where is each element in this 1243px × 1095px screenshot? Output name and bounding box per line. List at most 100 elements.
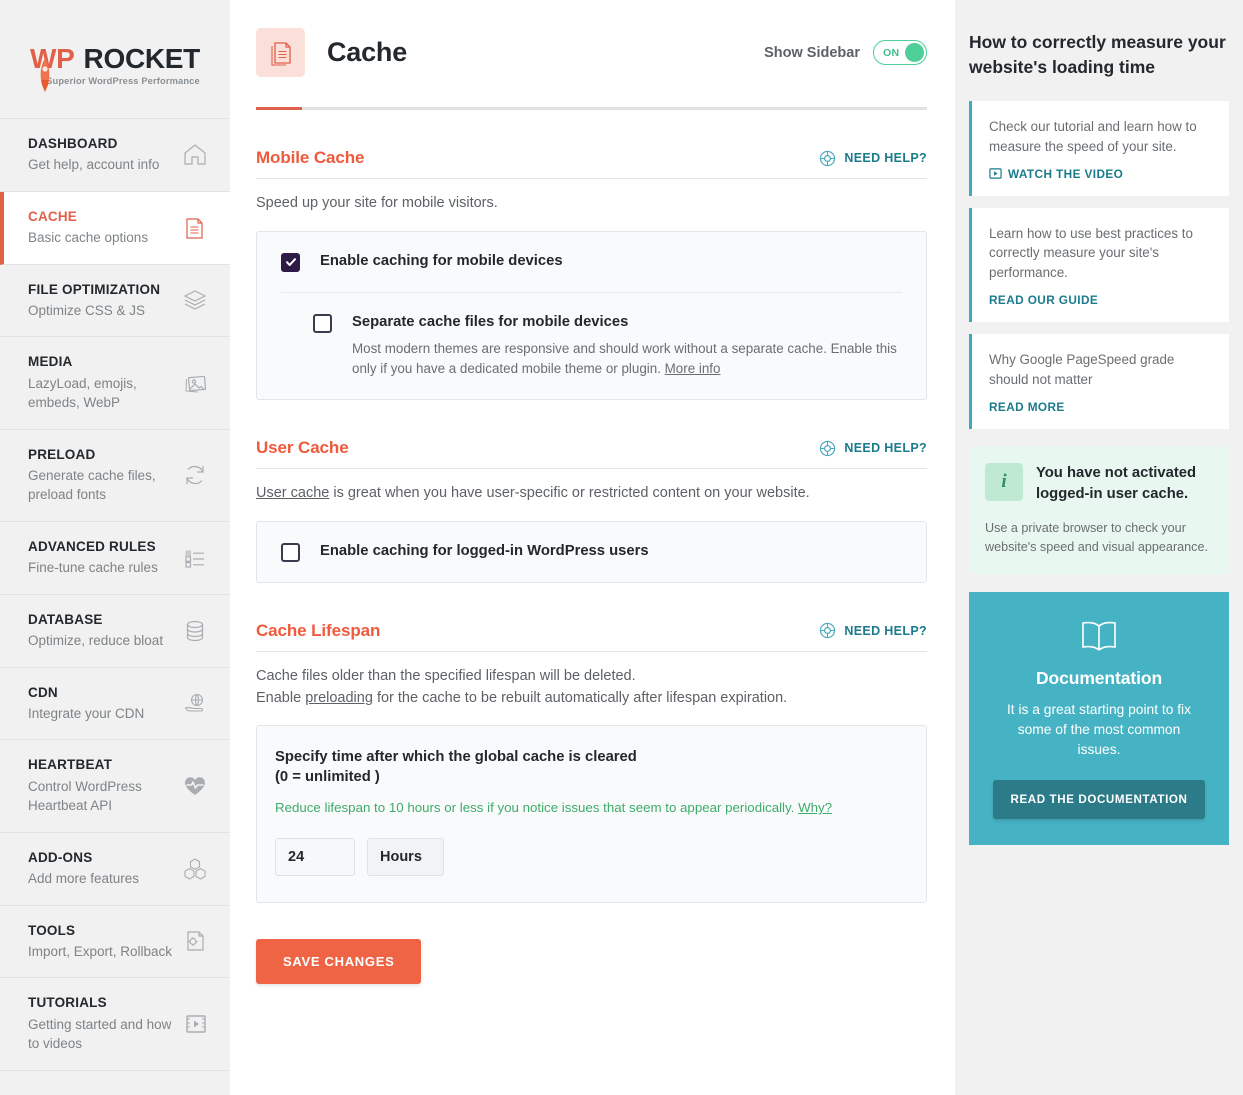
sidebar-item-tutorials[interactable]: TUTORIALS Getting started and how to vid… [0,978,230,1071]
sidebar-item-heartbeat[interactable]: HEARTBEAT Control WordPress Heartbeat AP… [0,740,230,833]
sidebar-item-title: ADVANCED RULES [28,539,156,555]
sidebar-item-title: FILE OPTIMIZATION [28,281,161,297]
brand-rocket-text: ROCKET [83,42,201,74]
cache-lifespan-label-line1: Specify time after which the global cach… [275,749,637,766]
sidebar-item-sub: Getting started and how to videos [28,1016,172,1052]
documentation-card: Documentation It is a great starting poi… [969,592,1229,846]
sidebar-item-title: MEDIA [28,354,73,370]
section-title: Mobile Cache [256,148,365,167]
cache-lifespan-desc-line2-pre: Enable [256,689,306,706]
lifebuoy-icon [820,150,836,166]
sidebar-item-add-ons[interactable]: ADD-ONS Add more features [0,833,230,906]
app-root: WP ROCKET Superior WordPress Performance… [0,0,1243,1095]
sidebar-item-sub: Control WordPress Heartbeat API [28,778,142,814]
sidebar-item-title: HEARTBEAT [28,757,113,773]
cache-lifespan-desc-line2-post: for the cache to be rebuilt automaticall… [372,689,788,706]
documentation-text: It is a great starting point to fix some… [1006,702,1192,758]
info-card-title: You have not activated logged-in user ca… [1036,464,1197,503]
preloading-link[interactable]: preloading [305,690,373,706]
mobile-cache-fieldbox: Enable caching for mobile devices Separa… [256,230,927,401]
cdn-globe-icon [184,694,204,713]
sidebar-item-title: TUTORIALS [28,995,107,1011]
page-title-underline [256,107,927,110]
sidebar-item-title: PRELOAD [28,446,96,462]
brand-logo: WP ROCKET Superior WordPress Performance [0,0,230,118]
why-link[interactable]: Why? [798,800,832,815]
user-cache-fieldbox: Enable caching for logged-in WordPress u… [256,520,927,583]
section-cache-lifespan: Cache Lifespan NEED HELP? Cache files ol… [256,583,927,984]
lifebuoy-icon [820,623,836,639]
sidebar-item-file-optimization[interactable]: FILE OPTIMIZATION Optimize CSS & JS [0,265,230,338]
lifebuoy-icon [820,440,836,456]
sidebar-item-sub: Optimize CSS & JS [28,302,146,318]
enable-mobile-cache-label: Enable caching for mobile devices [320,252,563,269]
separate-mobile-cache-note: Most modern themes are responsive and sh… [352,339,902,379]
left-sidebar: WP ROCKET Superior WordPress Performance… [0,0,230,1095]
section-title: User Cache [256,438,349,458]
brand-tagline: Superior WordPress Performance [46,75,200,86]
heartbeat-icon [185,777,205,796]
cache-lifespan-unit-select[interactable]: Hours [367,838,444,876]
save-changes-button[interactable]: SAVE CHANGES [256,939,422,984]
show-sidebar-toggle[interactable]: ON [873,40,927,65]
read-more-link[interactable]: READ MORE [989,400,1212,414]
main-content: Cache Show Sidebar ON Mobile Cache NEED … [230,0,955,1095]
read-our-guide-link[interactable]: READ OUR GUIDE [989,293,1212,307]
sidebar-item-database[interactable]: DATABASE Optimize, reduce bloat [0,595,230,668]
sidebar-item-sub: Get help, account info [28,157,160,173]
sidebar-item-title: CDN [28,684,58,700]
note-text: Most modern themes are responsive and sh… [352,340,897,377]
user-cache-info-card: i You have not activated logged-in user … [969,446,1229,575]
field-separate-mobile-cache: Separate cache files for mobile devices … [281,291,902,399]
field-enable-mobile-cache: Enable caching for mobile devices [257,232,926,292]
watch-the-video-link[interactable]: WATCH THE VIDEO [989,167,1212,181]
user-cache-description: User cache is great when you have user-s… [256,469,927,521]
need-help-mobile-cache[interactable]: NEED HELP? [819,150,927,167]
user-cache-link[interactable]: User cache [256,485,329,501]
enable-user-cache-label: Enable caching for logged-in WordPress u… [320,542,649,559]
sidebar-item-cdn[interactable]: CDN Integrate your CDN [0,668,230,741]
mobile-cache-description: Speed up your site for mobile visitors. [256,195,498,211]
cache-lifespan-description: Cache files older than the specified lif… [256,652,927,726]
sidebar-item-sub: Fine-tune cache rules [28,560,158,576]
sidebar-item-preload[interactable]: PRELOAD Generate cache files, preload fo… [0,430,230,523]
right-sidebar-title: How to correctly measure your website's … [969,32,1226,77]
separate-mobile-cache-checkbox[interactable] [313,313,332,333]
sidebar-item-title: DATABASE [28,611,103,627]
sidebar-item-sub: Basic cache options [28,230,149,245]
enable-user-cache-checkbox[interactable] [281,542,300,562]
page-header: Cache Show Sidebar ON [256,28,927,107]
sidebar-item-title: CACHE [28,208,78,224]
sidebar-nav-list: DASHBOARD Get help, account info CACHE B… [0,118,230,1071]
sidebar-item-cache[interactable]: CACHE Basic cache options [0,191,230,265]
separate-mobile-cache-label: Separate cache files for mobile devices [352,313,629,330]
need-help-label: NEED HELP? [844,441,927,456]
section-user-cache: User Cache NEED HELP? User cache is grea… [256,400,927,583]
read-the-documentation-button[interactable]: READ THE DOCUMENTATION [993,780,1205,820]
user-cache-description-rest: is great when you have user-specific or … [329,485,810,502]
cache-lifespan-label-line2: (0 = unlimited ) [275,769,380,786]
info-icon: i [985,462,1023,501]
field-enable-user-cache: Enable caching for logged-in WordPress u… [257,522,926,582]
enable-mobile-cache-checkbox[interactable] [281,252,300,272]
sidebar-item-advanced-rules[interactable]: ADVANCED RULES Fine-tune cache rules [0,522,230,595]
promo-card-guide: Learn how to use best practices to corre… [969,207,1229,323]
promo-card-text: Check our tutorial and learn how to meas… [989,119,1197,154]
more-info-link[interactable]: More info [665,361,721,376]
sidebar-item-tools[interactable]: TOOLS Import, Export, Rollback [0,906,230,979]
sidebar-item-sub: Generate cache files, preload fonts [28,467,156,503]
cache-lifespan-value-input[interactable] [275,838,355,876]
sidebar-item-title: ADD-ONS [28,849,93,865]
promo-link-label: READ MORE [989,399,1065,414]
database-icon [186,620,204,641]
sidebar-item-media[interactable]: MEDIA LazyLoad, emojis, embeds, WebP [0,337,230,430]
need-help-label: NEED HELP? [844,623,927,638]
promo-card-text: Why Google PageSpeed grade should not ma… [989,352,1175,387]
warning-text: Reduce lifespan to 10 hours or less if y… [275,800,799,816]
sidebar-item-dashboard[interactable]: DASHBOARD Get help, account info [0,119,230,192]
cache-lifespan-field-label: Specify time after which the global cach… [275,748,902,788]
need-help-user-cache[interactable]: NEED HELP? [819,440,927,457]
sidebar-item-title: DASHBOARD [28,136,118,151]
toggle-knob [904,43,924,62]
need-help-cache-lifespan[interactable]: NEED HELP? [819,622,927,639]
